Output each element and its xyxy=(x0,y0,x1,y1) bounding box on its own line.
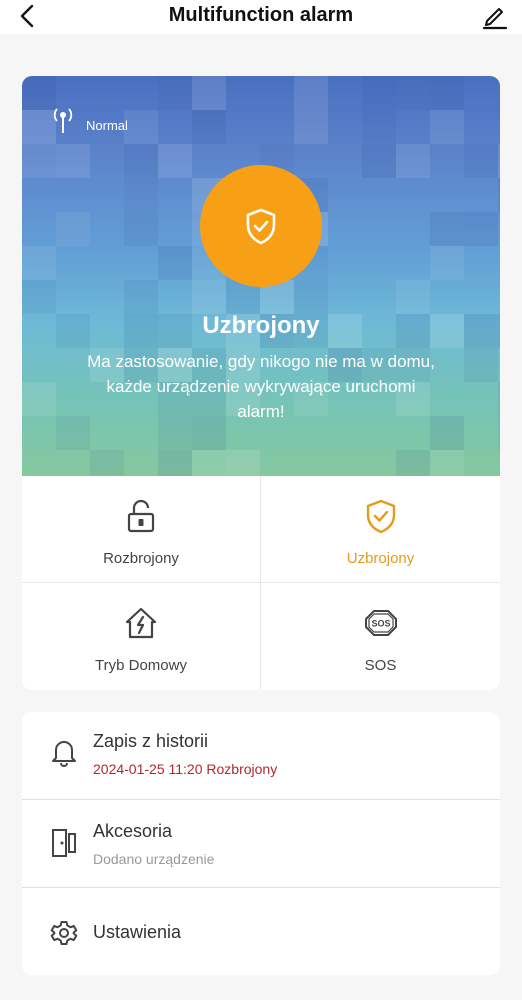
mode-label: Uzbrojony xyxy=(346,550,415,567)
mosaic-tile xyxy=(362,110,396,144)
mosaic-tile xyxy=(430,76,464,110)
mosaic-tile xyxy=(124,280,158,314)
page-title: Multifunction alarm xyxy=(168,4,354,26)
mosaic-tile xyxy=(22,76,56,110)
home-bolt-icon xyxy=(125,607,157,639)
mosaic-tile xyxy=(22,246,56,280)
mosaic-tile xyxy=(226,450,260,476)
shield-check-icon xyxy=(366,499,395,534)
sos-icon: SOS xyxy=(364,610,397,636)
unlock-icon xyxy=(127,499,155,533)
top-bar: Multifunction alarm xyxy=(0,0,522,34)
shield-check-icon xyxy=(246,208,276,245)
antenna-icon xyxy=(53,108,73,133)
mode-label: SOS xyxy=(364,657,397,674)
mosaic-tile xyxy=(294,280,328,314)
pencil-icon[interactable] xyxy=(480,2,508,30)
mosaic-tile xyxy=(294,110,328,144)
mosaic-tile xyxy=(396,280,430,314)
mosaic-tile xyxy=(464,144,498,178)
device-icon xyxy=(52,829,76,857)
signal-label: Normal xyxy=(86,117,128,133)
gear-icon xyxy=(50,921,78,945)
mosaic-tile xyxy=(464,212,498,246)
mosaic-tile xyxy=(124,212,158,246)
mode-home[interactable]: Tryb Domowy xyxy=(22,583,261,690)
history-title: Zapis z historii xyxy=(93,731,209,751)
mosaic-tile xyxy=(396,450,430,476)
mode-sos[interactable]: SOS SOS xyxy=(261,583,500,690)
mosaic-tile xyxy=(498,416,500,450)
mosaic-tile xyxy=(430,450,464,476)
mosaic-tile xyxy=(192,76,226,110)
accessories-subtitle: Dodano urządzenie xyxy=(93,851,215,867)
mosaic-tile xyxy=(396,144,430,178)
mosaic-tile xyxy=(430,110,464,144)
mosaic-tile xyxy=(124,110,158,144)
mosaic-tile xyxy=(294,76,328,110)
mosaic-tile xyxy=(192,450,226,476)
mosaic-tile xyxy=(22,280,56,314)
history-row[interactable]: Zapis z historii 2024-01-25 11:20 Rozbro… xyxy=(22,712,500,800)
mosaic-tile xyxy=(158,246,192,280)
mode-disarmed[interactable]: Rozbrojony xyxy=(22,476,261,583)
mode-grid: Rozbrojony Uzbrojony Tryb Domowy SOS SOS xyxy=(22,476,500,690)
mosaic-tile xyxy=(158,144,192,178)
bell-icon xyxy=(52,741,76,767)
mosaic-tile xyxy=(362,144,396,178)
mosaic-tile xyxy=(430,246,464,280)
mosaic-tile xyxy=(498,178,500,212)
mode-label: Tryb Domowy xyxy=(95,657,187,674)
mosaic-tile xyxy=(22,382,56,416)
mosaic-tile xyxy=(464,348,498,382)
mosaic-tile xyxy=(124,144,158,178)
status-title: Uzbrojony xyxy=(202,312,320,339)
mosaic-tile xyxy=(362,76,396,110)
svg-text:SOS: SOS xyxy=(371,619,390,629)
mode-label: Rozbrojony xyxy=(103,550,179,567)
mosaic-tile xyxy=(498,144,500,178)
options-list: Zapis z historii 2024-01-25 11:20 Rozbro… xyxy=(22,712,500,975)
mosaic-tile xyxy=(90,450,124,476)
mosaic-tile xyxy=(56,212,90,246)
settings-row[interactable]: Ustawienia xyxy=(22,888,500,976)
history-last-event: 2024-01-25 11:20 Rozbrojony xyxy=(93,761,278,777)
mosaic-tile xyxy=(158,76,192,110)
mosaic-tile xyxy=(192,110,226,144)
mosaic-tile xyxy=(22,110,56,144)
settings-title: Ustawienia xyxy=(93,922,182,942)
mosaic-tile xyxy=(158,450,192,476)
mode-armed[interactable]: Uzbrojony xyxy=(261,476,500,583)
mosaic-tile xyxy=(396,76,430,110)
mosaic-tile xyxy=(56,144,90,178)
mosaic-tile xyxy=(192,280,226,314)
mosaic-tile xyxy=(124,178,158,212)
mosaic-tile xyxy=(22,144,56,178)
accessories-row[interactable]: Akcesoria Dodano urządzenie xyxy=(22,800,500,888)
status-description: Ma zastosowanie, gdy nikogo nie ma w dom… xyxy=(87,352,435,421)
mosaic-tile xyxy=(430,212,464,246)
alarm-status-card: Normal Uzbrojony Ma zastosowanie, gdy ni… xyxy=(22,76,500,476)
signal-status: Normal xyxy=(52,106,128,134)
accessories-title: Akcesoria xyxy=(93,821,173,841)
armed-badge xyxy=(200,165,322,287)
mosaic-tile xyxy=(498,382,500,416)
